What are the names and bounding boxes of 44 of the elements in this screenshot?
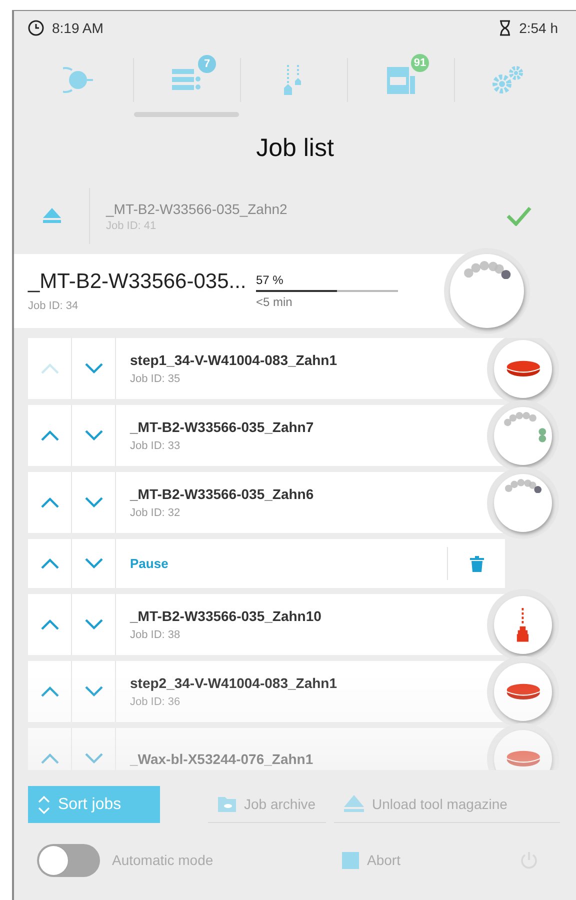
disc-icon (506, 360, 540, 378)
tooth-blank-drawing (504, 412, 546, 443)
hourglass-icon (499, 20, 512, 36)
job-name: _MT-B2-W33566-035_Zahn2 (106, 200, 288, 216)
count-badge: 91 (411, 54, 429, 72)
job-id: Job ID: 38 (130, 629, 182, 641)
tooth-blank-drawing (505, 479, 542, 494)
job-id: Job ID: 33 (130, 440, 182, 452)
tooth-blank-drawing (464, 261, 512, 280)
job-name: step1_34-V-W41004-083_Zahn1 (130, 352, 338, 368)
settings-icon (490, 65, 526, 95)
job-name: _Wax-bl-X53244-076_Zahn1 (130, 750, 314, 766)
disc-icon (506, 750, 540, 768)
clock-time: 8:19 AM (52, 20, 104, 36)
eject-icon (344, 795, 364, 813)
count-badge: 7 (198, 55, 216, 73)
page-title: Job list (255, 134, 335, 164)
remaining-time: <5 min (256, 295, 294, 309)
job-id: Job ID: 34 (28, 300, 80, 312)
abort-button[interactable]: Abort (342, 852, 400, 868)
folder-icon (218, 796, 236, 812)
progress-percent: 57 % (256, 273, 284, 287)
pause-label: Pause (129, 556, 170, 571)
job-name: _MT-B2-W33566-035... (28, 270, 248, 294)
job-name: _MT-B2-W33566-035_Zahn7 (130, 419, 315, 435)
job-id: Job ID: 32 (130, 507, 182, 519)
trash-icon (470, 556, 484, 572)
sort-icon (38, 794, 50, 814)
eject-icon[interactable] (42, 208, 60, 224)
stop-icon (342, 852, 359, 868)
job-name: _MT-B2-W33566-035_Zahn10 (130, 608, 322, 624)
sort-button[interactable]: Sort jobs (28, 786, 160, 823)
switch-label: Automatic mode (112, 852, 214, 868)
action-button[interactable]: Job archive (208, 786, 326, 823)
clock-icon (28, 20, 44, 36)
job-name: _MT-B2-W33566-035_Zahn6 (130, 486, 315, 502)
job-name: step2_34-V-W41004-083_Zahn1 (130, 675, 338, 691)
automatic-mode-switch[interactable] (37, 844, 100, 876)
nav-tab[interactable]: 7 (133, 58, 240, 118)
job-id: Job ID: 35 (130, 373, 182, 385)
disc-icon (506, 682, 540, 700)
job-id: Job ID: 36 (130, 696, 182, 708)
action-button[interactable]: Unload tool magazine (334, 786, 560, 823)
remaining-time: 2:54 h (519, 20, 558, 36)
